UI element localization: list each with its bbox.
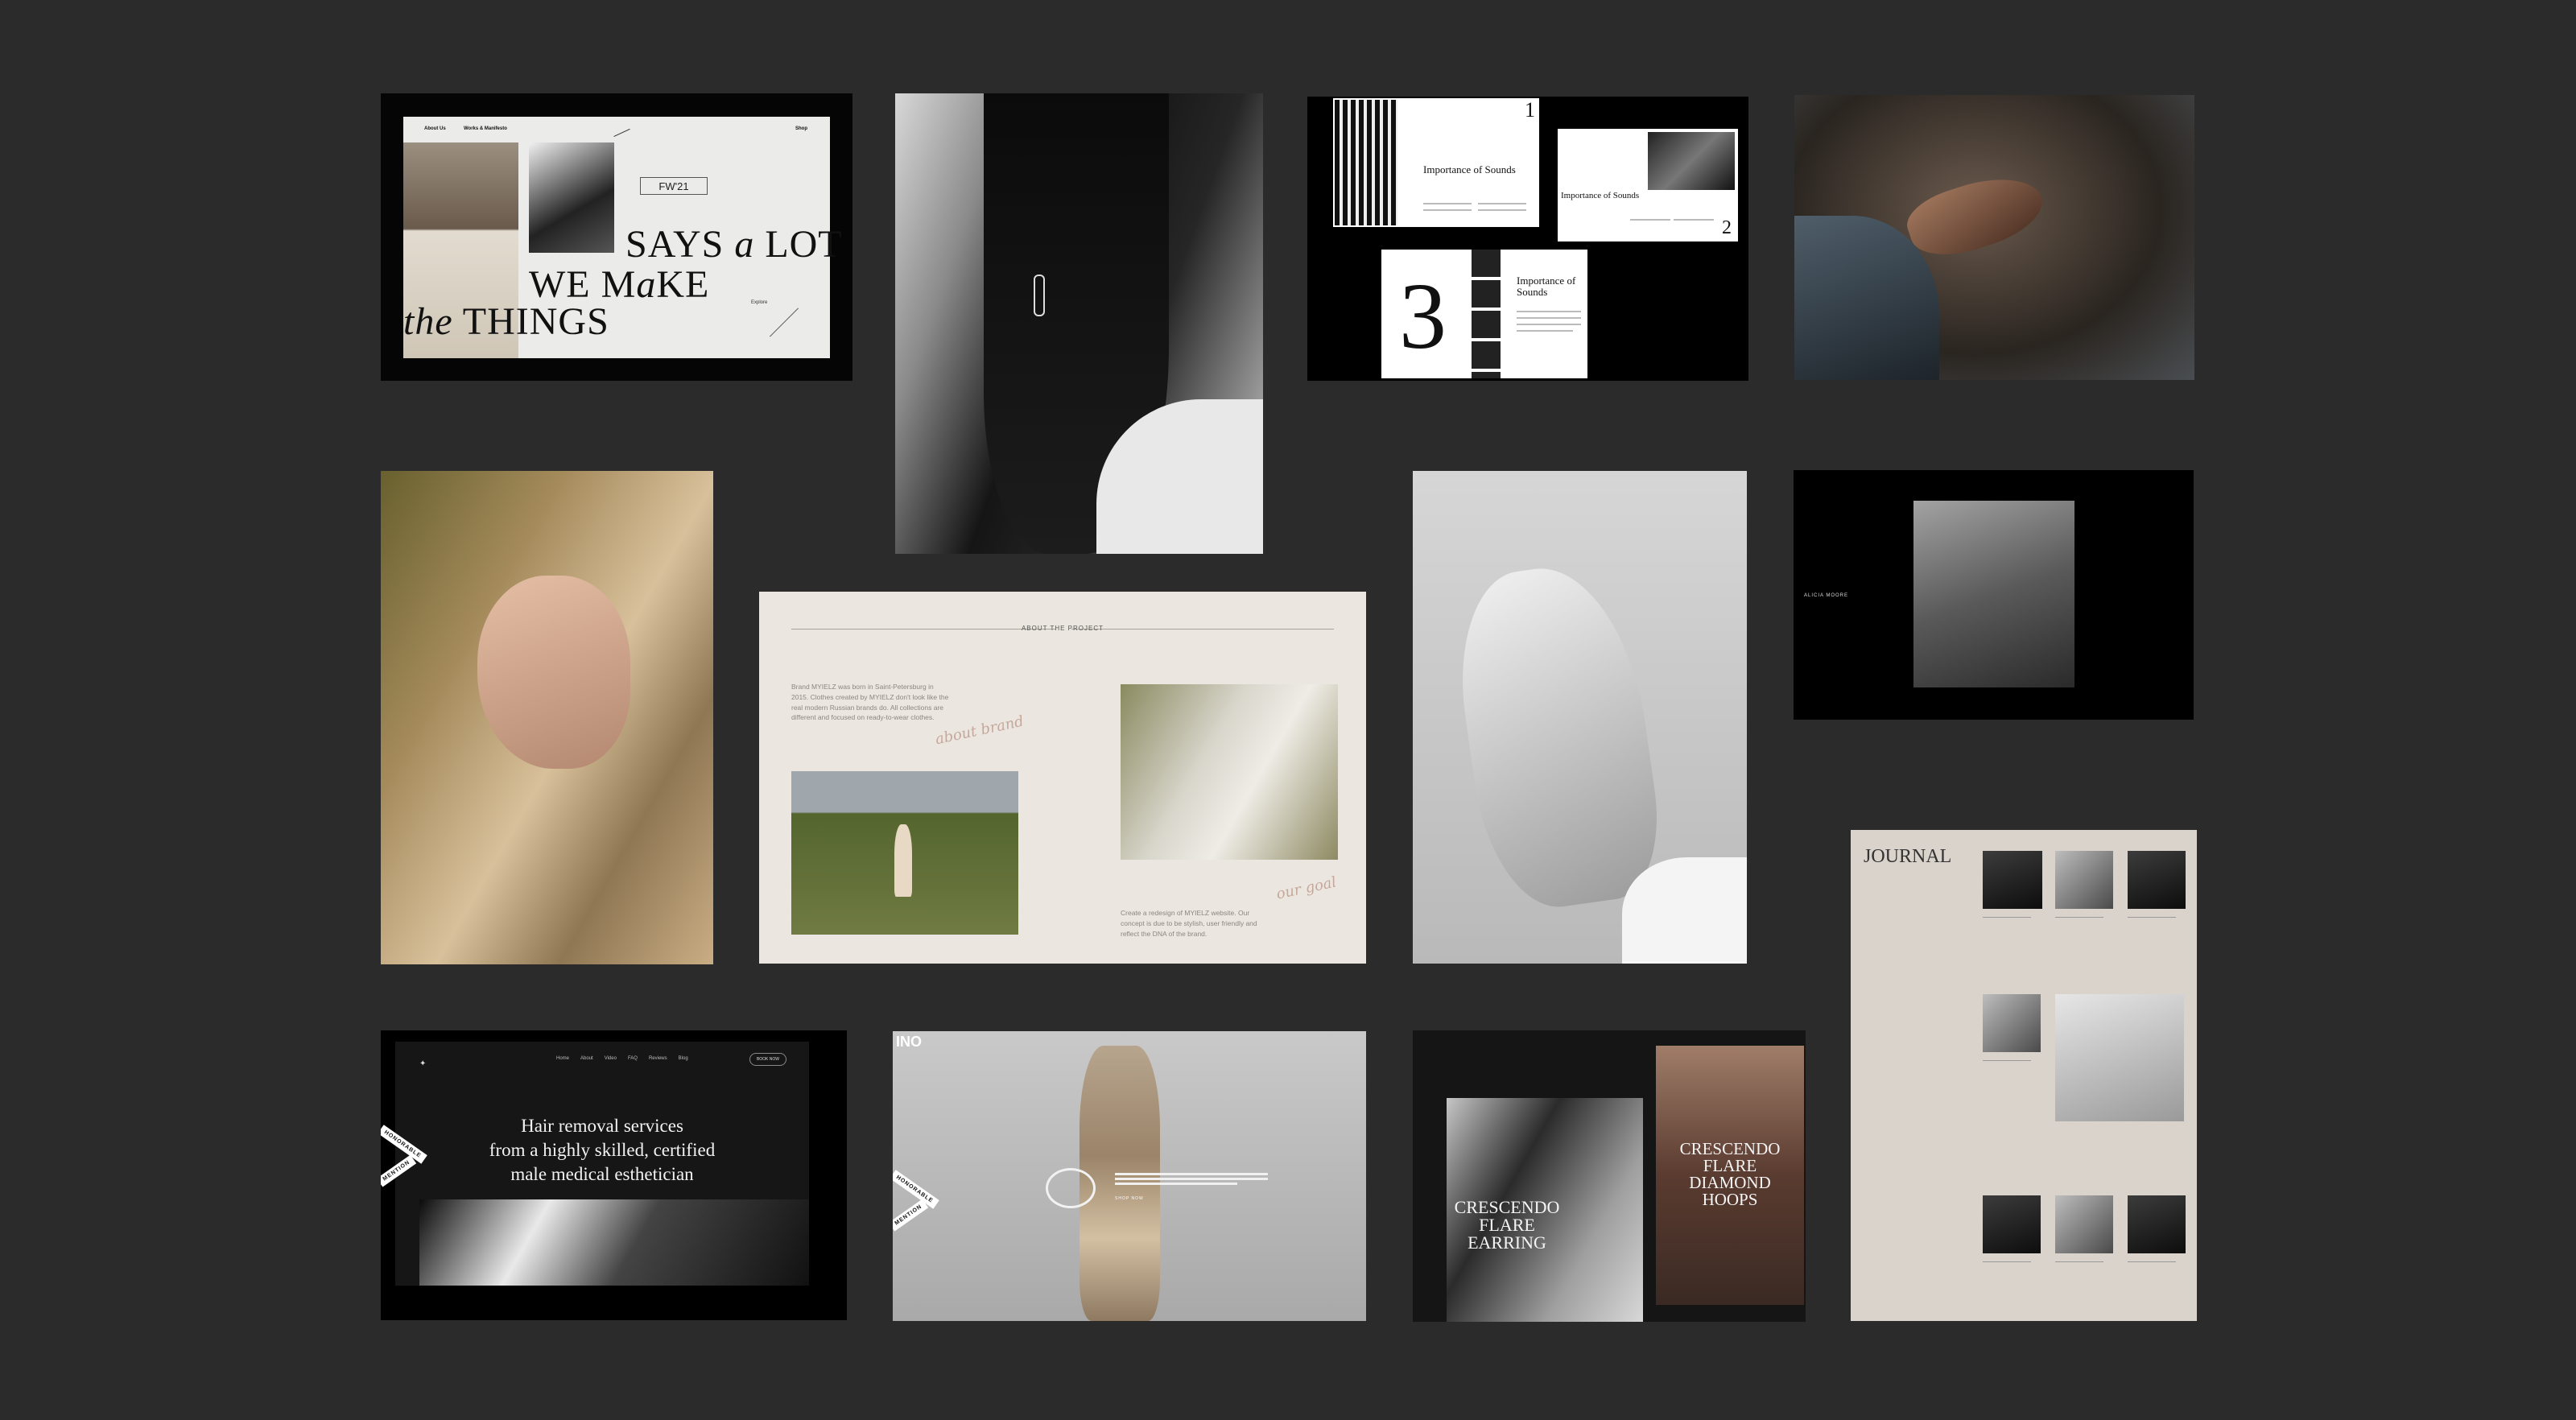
mention-ribbon: MENTION	[893, 1199, 929, 1232]
hoops-card: CRESCENDO FLARE DIAMOND HOOPS	[1656, 1046, 1804, 1305]
shop-now-link[interactable]: SHOP NOW	[1115, 1196, 1144, 1201]
hand-shape	[477, 576, 630, 769]
sleeve-photo	[1121, 684, 1338, 860]
earring-title: CRESCENDO FLARE EARRING	[1454, 1197, 1560, 1253]
hands-shape	[1446, 556, 1670, 917]
nav-about[interactable]: About Us	[424, 126, 446, 131]
season-badge: FW'21	[640, 177, 708, 195]
hair-removal-screen: ✦ Home About Video FAQ Reviews Blog BOOK…	[395, 1042, 809, 1286]
page-number-1: 1	[1525, 98, 1535, 122]
tile-hand-ring-photo	[1794, 95, 2194, 380]
tile-about-project: ABOUT THE PROJECT Brand MYIELZ was born …	[759, 592, 1366, 964]
book-page-3: 3 Importance of Sounds	[1381, 250, 1587, 378]
nav-shop[interactable]: Shop	[795, 126, 807, 131]
explore-link[interactable]: Explore	[751, 300, 767, 305]
page-number-2: 2	[1722, 217, 1732, 238]
earring-shape	[1034, 275, 1045, 316]
tile-fashion-site[interactable]: About Us Works & Manifesto Shop FW'21 SA…	[381, 93, 852, 381]
book-page-1: Importance of Sounds 1	[1333, 98, 1539, 227]
goal-paragraph: Create a redesign of MYIELZ website. Our…	[1121, 909, 1257, 938]
tile-book-layout: Importance of Sounds 1 Importance of Sou…	[1307, 97, 1748, 381]
journal-item[interactable]	[2055, 848, 2120, 918]
guitar-photo	[1648, 132, 1735, 190]
logo-star-icon: ✦	[419, 1059, 427, 1068]
decorative-slash	[769, 308, 799, 337]
headline-line-1: SAYS a LOT	[625, 223, 843, 266]
field-photo	[791, 771, 1018, 935]
site-logo: INO	[896, 1034, 923, 1050]
hand-shape	[1900, 163, 2051, 268]
nav-home[interactable]: Home	[556, 1056, 569, 1061]
journal-title: JOURNAL	[1864, 846, 1952, 867]
musician-photos	[1472, 250, 1501, 378]
journal-item[interactable]	[1983, 848, 2047, 918]
brand-paragraph: Brand MYIELZ was born in Saint-Petersbur…	[791, 683, 949, 722]
nav-about[interactable]: About	[580, 1056, 593, 1061]
nav-works[interactable]: Works & Manifesto	[464, 126, 507, 131]
nav-reviews[interactable]: Reviews	[649, 1056, 667, 1061]
hero-headline: Hair removal services from a highly skil…	[489, 1116, 716, 1184]
heading-importance-of-sounds-2: Importance of Sounds	[1561, 191, 1640, 200]
book-now-button[interactable]: BOOK NOW	[749, 1053, 786, 1066]
nav-blog[interactable]: Blog	[679, 1056, 688, 1061]
rock-photo	[1913, 501, 2074, 687]
tile-bw-hands-photo	[1413, 471, 1747, 964]
piano-photo	[1335, 100, 1397, 225]
nav-video[interactable]: Video	[605, 1056, 617, 1061]
journal-item[interactable]	[2128, 848, 2192, 918]
main-nav: Home About Video FAQ Reviews Blog	[556, 1056, 688, 1061]
tile-crescendo-jewelry: CRESCENDO FLARE EARRING CRESCENDO FLARE …	[1413, 1030, 1806, 1322]
journal-item[interactable]	[2055, 1192, 2120, 1262]
figure-in-field	[894, 824, 912, 897]
tile-hair-removal-site[interactable]: ✦ Home About Video FAQ Reviews Blog BOOK…	[381, 1030, 847, 1320]
section-title: ABOUT THE PROJECT	[1021, 625, 1104, 632]
journal-item[interactable]	[1983, 991, 2047, 1061]
headline-line-2: WE MaKE	[529, 263, 710, 306]
tile-rock-photo-site[interactable]: ALICIA MOORE	[1794, 470, 2194, 720]
circle-logo-icon	[1046, 1168, 1096, 1208]
tile-satin-hand-photo	[381, 471, 713, 964]
journal-item[interactable]	[2128, 1192, 2192, 1262]
tile-journal-page: JOURNAL	[1851, 830, 2197, 1321]
heading-importance-of-sounds-1: Importance of Sounds	[1423, 163, 1516, 175]
page-number-3: 3	[1399, 263, 1447, 369]
nav-faq[interactable]: FAQ	[628, 1056, 638, 1061]
hoops-title: CRESCENDO FLARE DIAMOND HOOPS	[1679, 1139, 1781, 1209]
book-page-2: Importance of Sounds 2	[1558, 129, 1738, 241]
tile-stacked-stones-site[interactable]: INO SHOP NOW HONORABLE MENTION	[893, 1031, 1366, 1321]
artist-name: ALICIA MOORE	[1804, 593, 1849, 598]
hero-photo	[419, 1199, 809, 1286]
fashion-site-screen: About Us Works & Manifesto Shop FW'21 SA…	[403, 117, 842, 358]
hero-text-lines	[1115, 1173, 1268, 1185]
sleeve-shape	[1622, 857, 1747, 964]
earring-card: CRESCENDO FLARE EARRING	[1447, 1098, 1643, 1322]
heading-importance-of-sounds-3: Importance of Sounds	[1517, 275, 1576, 298]
our-goal-script: our goal	[1274, 873, 1338, 903]
headline-line-3: the THINGS	[403, 300, 609, 343]
signature-logo	[609, 119, 630, 138]
tile-earring-photo	[895, 93, 1263, 554]
journal-item-large[interactable]	[2055, 991, 2192, 1121]
hands-photo	[529, 142, 614, 253]
journal-item[interactable]	[1983, 1192, 2047, 1262]
